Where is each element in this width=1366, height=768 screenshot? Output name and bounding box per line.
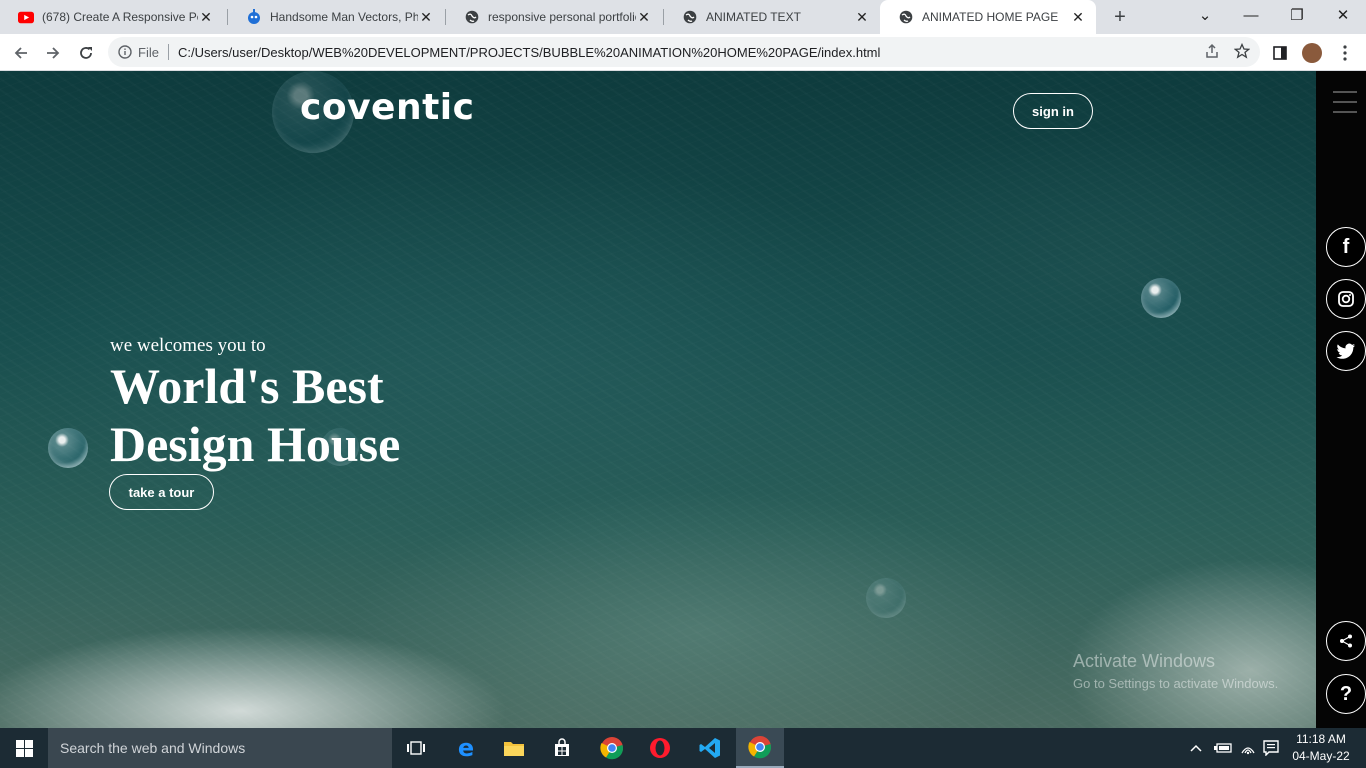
file-explorer-icon[interactable] [490, 728, 538, 768]
headline-line-2: Design House [110, 416, 401, 472]
show-hidden-icons-chevron[interactable] [1190, 728, 1202, 768]
taskbar-clock[interactable]: 11:18 AM 04-May-22 [1286, 731, 1356, 765]
url-text[interactable]: C:/Users/user/Desktop/WEB%20DEVELOPMENT/… [178, 45, 880, 60]
share-icon[interactable] [1326, 621, 1366, 661]
tab-title: ANIMATED HOME PAGE [922, 10, 1059, 24]
task-view-icon[interactable] [392, 728, 440, 768]
clock-date: 04-May-22 [1292, 749, 1350, 763]
window-close-button[interactable]: ✕ [1320, 0, 1366, 34]
clock-time: 11:18 AM [1296, 732, 1346, 746]
welcome-text: we welcomes you to [110, 335, 266, 356]
opera-icon[interactable] [636, 728, 684, 768]
tab-animated-home-page[interactable]: ANIMATED HOME PAGE ✕ [880, 0, 1096, 34]
globe-icon [898, 9, 914, 25]
new-tab-button[interactable]: + [1108, 5, 1132, 29]
minimize-button[interactable]: — [1228, 0, 1274, 34]
omnibox-actions [1204, 43, 1250, 59]
freepik-icon [246, 9, 262, 25]
hero-headline: World's Best Design House [110, 357, 400, 473]
tab-title: Handsome Man Vectors, Pho [270, 10, 418, 24]
hero-section: coventic sign in we welcomes you to Worl… [0, 71, 1316, 728]
info-icon[interactable] [118, 45, 132, 59]
tab-title: responsive personal portfolio [488, 10, 636, 24]
omnibox-separator [167, 44, 169, 60]
avatar [1302, 43, 1322, 63]
tab-animated-text[interactable]: ANIMATED TEXT ✕ [664, 0, 880, 34]
address-bar[interactable]: File C:/Users/user/Desktop/WEB%20DEVELOP… [108, 37, 1260, 67]
youtube-icon [18, 9, 34, 25]
start-button[interactable] [0, 728, 48, 768]
profile-avatar[interactable] [1299, 40, 1325, 66]
notifications-icon[interactable] [1263, 728, 1279, 768]
reload-icon [80, 47, 92, 59]
browser-toolbar: File C:/Users/user/Desktop/WEB%20DEVELOP… [0, 34, 1366, 71]
take-a-tour-button[interactable]: take a tour [109, 474, 214, 510]
menu-kebab-icon[interactable] [1332, 40, 1358, 66]
help-icon[interactable]: ? [1326, 674, 1366, 714]
windows-taskbar: Search the web and Windows e 11:18 AM 04… [0, 728, 1366, 768]
close-icon[interactable]: ✕ [198, 9, 214, 26]
bubble [866, 578, 906, 618]
restore-button[interactable]: ❐ [1274, 0, 1320, 34]
headline-line-1: World's Best [110, 358, 384, 414]
share-page-icon[interactable] [1204, 43, 1220, 59]
bubble [48, 428, 88, 468]
bookmark-star-icon[interactable] [1234, 43, 1250, 59]
arrow-right-icon [47, 47, 60, 59]
side-panel-icon[interactable] [1267, 40, 1293, 66]
facebook-icon[interactable]: f [1326, 227, 1366, 267]
bubble [1141, 278, 1181, 318]
tab-handsome-man[interactable]: Handsome Man Vectors, Pho ✕ [228, 0, 444, 34]
activate-title: Activate Windows [1073, 651, 1216, 671]
windows-logo-icon [15, 739, 33, 757]
arrow-left-icon [14, 47, 27, 59]
site-logo[interactable]: coventic [300, 87, 474, 128]
browser-tab-strip: (678) Create A Responsive Pe ✕ Handsome … [0, 0, 1366, 34]
activate-windows-watermark: Activate Windows Go to Settings to activ… [1073, 651, 1278, 691]
close-icon[interactable]: ✕ [854, 9, 870, 26]
edge-icon[interactable]: e [442, 728, 490, 768]
battery-icon[interactable] [1214, 728, 1232, 768]
tab-search-chevron-icon[interactable]: ⌄ [1182, 0, 1228, 34]
tab-portfolio[interactable]: responsive personal portfolio ✕ [446, 0, 662, 34]
back-button[interactable] [8, 40, 34, 66]
forward-button[interactable] [40, 40, 66, 66]
hamburger-menu-icon[interactable] [1333, 91, 1357, 121]
social-sidebar: f ? [1316, 71, 1366, 728]
globe-icon [464, 9, 480, 25]
activate-subtitle: Go to Settings to activate Windows. [1073, 676, 1279, 691]
tab-title: (678) Create A Responsive Pe [42, 10, 198, 24]
sign-in-button[interactable]: sign in [1013, 93, 1093, 129]
vscode-icon[interactable] [686, 728, 734, 768]
globe-icon [682, 9, 698, 25]
chrome-icon[interactable] [588, 728, 636, 768]
reload-button[interactable] [73, 40, 99, 66]
twitter-icon[interactable] [1326, 331, 1366, 371]
taskbar-search-input[interactable]: Search the web and Windows [48, 728, 392, 768]
instagram-icon[interactable] [1326, 279, 1366, 319]
close-icon[interactable]: ✕ [636, 9, 652, 26]
close-icon[interactable]: ✕ [1070, 9, 1086, 26]
file-scheme-label: File [138, 44, 159, 60]
store-icon[interactable] [538, 728, 586, 768]
chrome-active-window-icon[interactable] [736, 728, 784, 768]
wifi-icon[interactable] [1240, 728, 1256, 768]
close-icon[interactable]: ✕ [418, 9, 434, 26]
tab-title: ANIMATED TEXT [706, 10, 801, 24]
tab-youtube[interactable]: (678) Create A Responsive Pe ✕ [0, 0, 224, 34]
